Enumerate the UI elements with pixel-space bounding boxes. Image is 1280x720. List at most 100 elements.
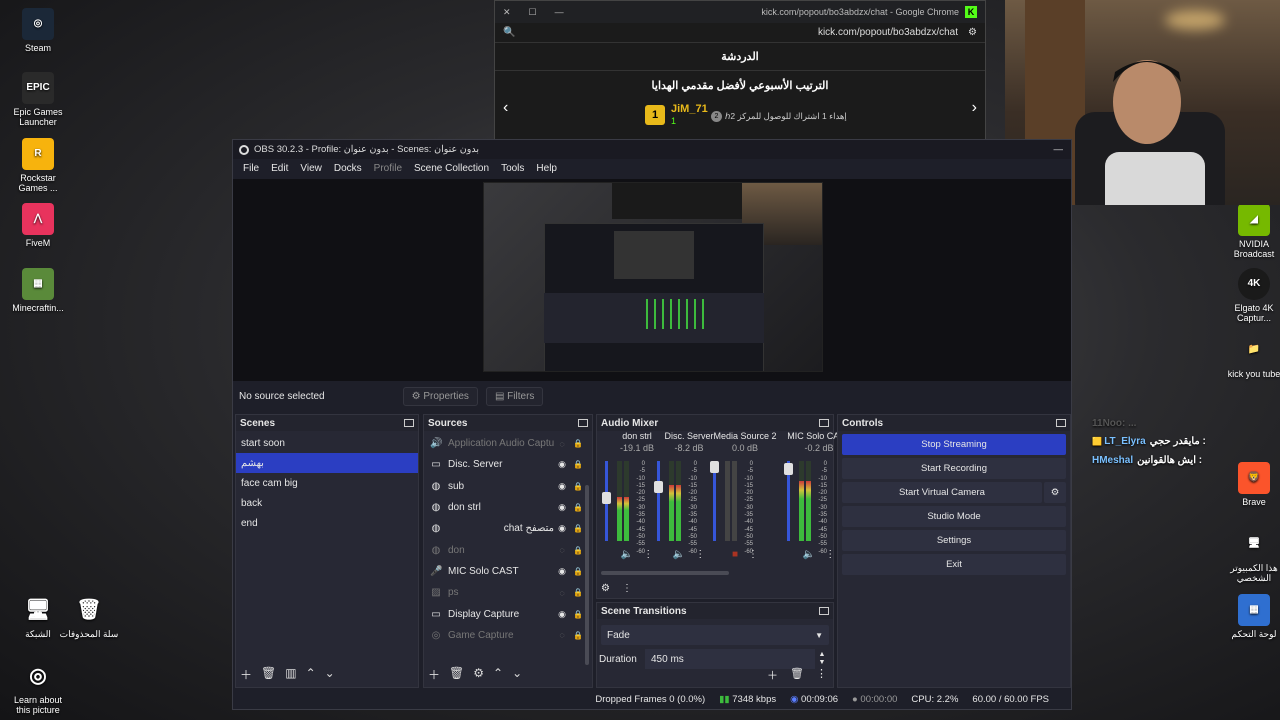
up-arrow-icon[interactable]: ⌃ [493,666,503,683]
speaker-icon[interactable]: 🔈 [673,549,685,560]
volume-fader[interactable] [784,461,793,541]
add-icon[interactable]: ＋ [428,666,440,683]
preview-canvas[interactable] [233,179,1071,381]
duration-stepper[interactable]: ▲ ▼ [815,651,829,667]
up-arrow-icon[interactable]: ⌃ [306,666,316,683]
channel-menu-icon[interactable]: ⋮ [825,549,835,560]
duration-input[interactable]: 450 ms [645,649,815,669]
fader-knob[interactable] [710,461,719,473]
eye-icon[interactable]: ◉ [554,609,570,620]
scene-item[interactable]: start soon [236,433,418,453]
undock-icon[interactable] [578,419,588,427]
next-arrow-icon[interactable]: › [972,99,977,117]
menu-item[interactable]: Edit [265,163,294,174]
desktop-icon[interactable]: 4K Elgato 4K Captur... [1222,268,1280,323]
lock-icon[interactable]: 🔒 [570,524,586,533]
scene-item[interactable]: back [236,493,418,513]
properties-button[interactable]: ⚙ Properties [402,386,478,406]
lock-icon[interactable]: 🔒 [570,631,586,640]
desktop-icon[interactable]: ▦ Minecraftin... [6,268,70,313]
source-item[interactable]: ◍ chat متصفح ◉ 🔒 [424,518,592,539]
scene-item[interactable]: face cam big [236,473,418,493]
eye-icon[interactable]: ◉ [554,502,570,513]
source-item[interactable]: ▭ Display Capture ◉ 🔒 [424,603,592,624]
channel-menu-icon[interactable]: ⋮ [748,549,758,560]
lock-icon[interactable]: 🔒 [570,439,586,448]
speaker-icon[interactable]: 🔈 [621,549,633,560]
filters-icon[interactable]: ▥ [285,666,296,683]
filters-button[interactable]: ▤ Filters [485,386,544,406]
down-arrow-icon[interactable]: ⌄ [325,666,335,683]
desktop-icon[interactable]: ⋀ FiveM [6,203,70,248]
minimize-icon[interactable]: — [1054,144,1064,155]
address-bar[interactable]: 🔍 kick.com/popout/bo3abdzx/chat ⚙ [495,23,985,43]
site-info-icon[interactable]: 🔍 [503,27,515,38]
trash-icon[interactable]: 🗑 [261,666,276,683]
tune-icon[interactable]: ⚙ [968,27,977,38]
desktop-icon[interactable]: ◎ Steam [6,8,70,53]
add-icon[interactable]: ＋ [240,666,252,683]
source-item[interactable]: 🔊 Application Audio Capture ◌ 🔒 [424,433,592,454]
prev-arrow-icon[interactable]: ‹ [503,99,508,117]
channel-menu-icon[interactable]: ⋮ [695,549,705,560]
exit-button[interactable]: Exit [842,554,1066,575]
source-item[interactable]: ◎ Game Capture ◌ 🔒 [424,625,592,646]
eye-hidden-icon[interactable]: ◌ [554,588,570,598]
trash-icon[interactable]: 🗑 [790,667,804,683]
desktop-icon[interactable]: 🦁 Brave [1222,462,1280,507]
lock-icon[interactable]: 🔒 [570,588,586,597]
channel-menu-icon[interactable]: ⋮ [643,549,653,560]
minimize-icon[interactable]: — [555,7,564,17]
menu-item[interactable]: Help [530,163,563,174]
fader-knob[interactable] [602,491,611,504]
trash-icon[interactable]: 🗑 [449,666,464,683]
lock-icon[interactable]: 🔒 [570,567,586,576]
desktop-icon[interactable]: ▦ لوحة التحكم [1222,594,1280,639]
menu-item[interactable]: File [237,163,265,174]
undock-icon[interactable] [404,419,414,427]
scene-item[interactable]: end [236,513,418,533]
gear-icon[interactable]: ⚙ [473,666,484,683]
mixer-scrollbar[interactable] [601,571,729,575]
start-virtual-camera-button[interactable]: Start Virtual Camera [842,482,1042,503]
source-item[interactable]: ▭ Disc. Server ◉ 🔒 [424,454,592,475]
down-arrow-icon[interactable]: ⌄ [512,666,522,683]
source-item[interactable]: ◍ sub ◉ 🔒 [424,476,592,497]
virtual-camera-settings-button[interactable]: ⚙ [1044,482,1066,503]
source-item[interactable]: ◍ don strl ◉ 🔒 [424,497,592,518]
studio-mode-button[interactable]: Studio Mode [842,506,1066,527]
menu-item[interactable]: Tools [495,163,530,174]
desktop-icon[interactable]: R Rockstar Games ... [6,138,70,193]
scene-item[interactable]: بهشم [236,453,418,473]
source-item[interactable]: ◍ don ◌ 🔒 [424,539,592,560]
lock-icon[interactable]: 🔒 [570,546,586,555]
lock-icon[interactable]: 🔒 [570,482,586,491]
eye-hidden-icon[interactable]: ◌ [554,439,570,449]
eye-icon[interactable]: ◉ [554,459,570,470]
add-icon[interactable]: ＋ [767,667,778,683]
eye-hidden-icon[interactable]: ◌ [554,630,570,640]
maximize-icon[interactable]: ☐ [529,7,537,18]
fader-knob[interactable] [654,481,663,494]
transition-select[interactable]: Fade ▼ [601,625,829,645]
lock-icon[interactable]: 🔒 [570,610,586,619]
menu-icon[interactable]: ⋮ [816,667,827,683]
undock-icon[interactable] [1056,419,1066,427]
eye-icon[interactable]: ◉ [554,566,570,577]
source-item[interactable]: 🎤 MIC Solo CAST ◉ 🔒 [424,561,592,582]
eye-hidden-icon[interactable]: ◌ [554,545,570,555]
volume-fader[interactable] [602,461,611,541]
desktop-icon[interactable]: 🖥 هذا الكمبيوتر الشخصي [1222,528,1280,584]
volume-fader[interactable] [710,461,719,541]
settings-button[interactable]: Settings [842,530,1066,551]
fader-knob[interactable] [784,463,793,476]
muted-speaker-icon[interactable]: ■ [732,549,738,560]
eye-icon[interactable]: ◉ [554,523,570,534]
menu-item[interactable]: Scene Collection [408,163,495,174]
desktop-icon[interactable]: ◢ NVIDIA Broadcast [1222,204,1280,259]
sources-scrollbar[interactable] [585,485,589,665]
start-recording-button[interactable]: Start Recording [842,458,1066,479]
advanced-audio-icon[interactable]: ⚙ [601,583,610,594]
volume-fader[interactable] [654,461,663,541]
desktop-icon[interactable]: 📁 kick you tube [1222,334,1280,380]
